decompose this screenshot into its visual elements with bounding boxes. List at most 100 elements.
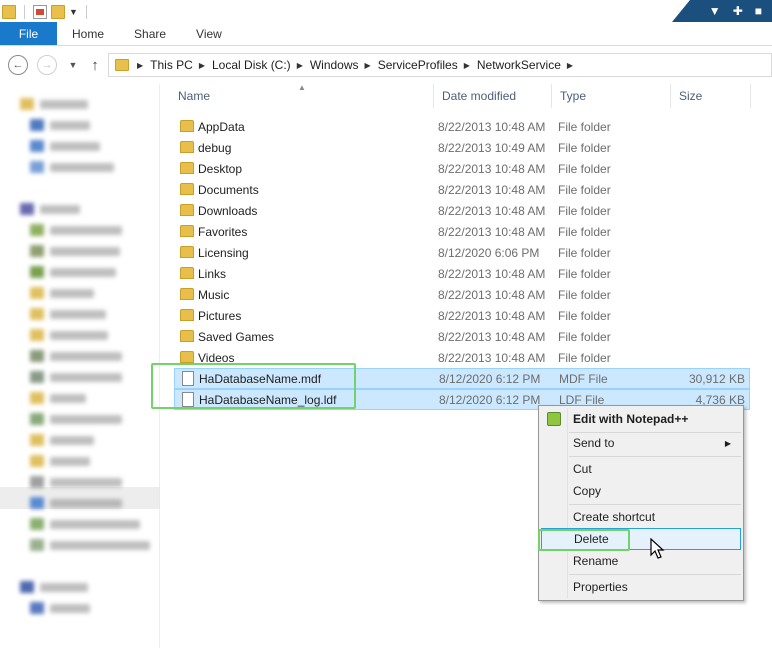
customize-toolbar-icon[interactable]: ▼ — [69, 7, 78, 17]
recent-locations-button[interactable]: ▼ — [63, 55, 83, 75]
folder-row[interactable]: debug 8/22/2013 10:49 AM File folder — [174, 137, 750, 158]
nav-item[interactable] — [30, 432, 94, 448]
column-header-type[interactable]: Type — [552, 84, 671, 108]
menu-item-label: Rename — [573, 554, 619, 568]
nav-item[interactable] — [30, 453, 90, 469]
folder-row[interactable]: Licensing 8/12/2020 6:06 PM File folder — [174, 242, 750, 263]
menu-item-cut[interactable]: Cut — [541, 458, 741, 480]
menu-item-rename[interactable]: Rename — [541, 550, 741, 572]
nav-item[interactable] — [30, 285, 94, 301]
folder-row[interactable]: Music 8/22/2013 10:48 AM File folder — [174, 284, 750, 305]
navigation-bar: ← → ▼ ↑ ▶ This PC ▶ Local Disk (C:) ▶ Wind… — [0, 46, 772, 84]
file-type: File folder — [558, 203, 611, 218]
folder-row[interactable]: Links 8/22/2013 10:48 AM File folder — [174, 263, 750, 284]
file-name: Links — [198, 266, 227, 281]
nav-item[interactable] — [30, 537, 150, 553]
up-button[interactable]: ↑ — [85, 55, 105, 75]
chevron-right-icon[interactable]: ▶ — [365, 61, 371, 70]
file-name: Favorites — [198, 224, 248, 239]
column-header-name[interactable]: Name — [170, 84, 434, 108]
file-type: File folder — [558, 119, 611, 134]
title-bar: ▼ ▼ ✚ ■ — [0, 0, 772, 22]
nav-item[interactable] — [20, 579, 88, 595]
nav-item[interactable] — [30, 264, 116, 280]
nav-item[interactable] — [30, 243, 120, 259]
menu-item-send-to[interactable]: Send to ▶ — [541, 432, 741, 454]
folder-row[interactable]: Desktop 8/22/2013 10:48 AM File folder — [174, 158, 750, 179]
file-type: File folder — [558, 245, 611, 260]
pin-icon[interactable]: ✚ — [733, 4, 743, 18]
folder-row[interactable]: AppData 8/22/2013 10:48 AM File folder — [174, 116, 750, 137]
nav-item[interactable] — [30, 411, 122, 427]
nav-item[interactable] — [30, 138, 100, 154]
nav-item[interactable] — [30, 495, 122, 511]
window-controls: ▼ ✚ ■ — [672, 0, 772, 22]
menu-separator — [569, 574, 741, 575]
nav-item[interactable] — [30, 516, 140, 532]
forward-button[interactable]: → — [37, 55, 57, 75]
column-header-size[interactable]: Size — [671, 84, 751, 108]
breadcrumb-label: Windows — [309, 58, 359, 72]
ribbon-tabs: File Home Share View — [0, 22, 772, 46]
chevron-right-icon[interactable]: ▶ — [297, 61, 303, 70]
menu-item-copy[interactable]: Copy — [541, 480, 741, 502]
folder-row[interactable]: Saved Games 8/22/2013 10:48 AM File folder — [174, 326, 750, 347]
nav-item[interactable] — [30, 117, 90, 133]
nav-item[interactable] — [30, 369, 122, 385]
file-date-modified: 8/12/2020 6:12 PM — [439, 392, 541, 407]
nav-item[interactable] — [20, 201, 80, 217]
menu-item-create-shortcut[interactable]: Create shortcut — [541, 506, 741, 528]
nav-item[interactable] — [30, 348, 122, 364]
breadcrumb-serviceprofiles[interactable]: ServiceProfiles ▶ — [378, 58, 477, 72]
menu-item-label: Edit with Notepad++ — [573, 412, 689, 426]
tab-file[interactable]: File — [0, 22, 57, 45]
chevron-right-icon[interactable]: ▶ — [567, 61, 573, 70]
file-date-modified: 8/22/2013 10:48 AM — [438, 161, 546, 176]
tab-view[interactable]: View — [181, 22, 237, 45]
chevron-right-icon[interactable]: ▶ — [199, 61, 205, 70]
breadcrumb-label: NetworkService — [476, 58, 561, 72]
breadcrumb-separator[interactable]: ▶ — [137, 61, 150, 70]
nav-item[interactable] — [30, 327, 108, 343]
menu-item-label: Cut — [573, 462, 592, 476]
window-menu-icon[interactable]: ■ — [755, 4, 762, 18]
menu-item-properties[interactable]: Properties — [541, 576, 741, 598]
column-header-date[interactable]: Date modified — [434, 84, 552, 108]
tab-share[interactable]: Share — [119, 22, 181, 45]
file-name: debug — [198, 140, 232, 155]
file-type: File folder — [558, 287, 611, 302]
submenu-arrow-icon: ▶ — [724, 438, 731, 448]
properties-icon[interactable] — [33, 5, 47, 19]
breadcrumb-windows[interactable]: Windows ▶ — [310, 58, 378, 72]
context-menu: Edit with Notepad++ Send to ▶ Cut Copy Cr… — [538, 405, 744, 601]
tab-home[interactable]: Home — [57, 22, 119, 45]
nav-item[interactable] — [20, 96, 88, 112]
folder-row[interactable]: Downloads 8/22/2013 10:48 AM File folder — [174, 200, 750, 221]
nav-item[interactable] — [30, 600, 90, 616]
file-size: 30,912 KB — [688, 371, 745, 386]
folder-row[interactable]: Documents 8/22/2013 10:48 AM File folder — [174, 179, 750, 200]
file-name: Licensing — [198, 245, 249, 260]
menu-item-edit-notepad[interactable]: Edit with Notepad++ — [541, 408, 741, 430]
nav-item[interactable] — [30, 159, 114, 175]
file-date-modified: 8/22/2013 10:48 AM — [438, 119, 546, 134]
file-date-modified: 8/22/2013 10:48 AM — [438, 224, 546, 239]
breadcrumb-local-disk[interactable]: Local Disk (C:) ▶ — [212, 58, 310, 72]
breadcrumb-this-pc[interactable]: This PC ▶ — [150, 58, 212, 72]
nav-item[interactable] — [30, 306, 106, 322]
chevron-right-icon[interactable]: ▶ — [464, 61, 470, 70]
file-date-modified: 8/12/2020 6:06 PM — [438, 245, 540, 260]
new-folder-icon[interactable] — [51, 5, 65, 19]
breadcrumb-networkservice[interactable]: NetworkService ▶ — [477, 58, 580, 72]
folder-icon — [180, 330, 194, 342]
folder-row[interactable]: Favorites 8/22/2013 10:48 AM File folder — [174, 221, 750, 242]
nav-item[interactable] — [30, 474, 122, 490]
arrow-up-icon: ↑ — [91, 56, 99, 74]
file-date-modified: 8/22/2013 10:48 AM — [438, 182, 546, 197]
back-button[interactable]: ← — [8, 55, 28, 75]
folder-row[interactable]: Pictures 8/22/2013 10:48 AM File folder — [174, 305, 750, 326]
address-bar[interactable]: ▶ This PC ▶ Local Disk (C:) ▶ Windows ▶ Ser… — [108, 53, 772, 77]
nav-item[interactable] — [30, 222, 122, 238]
ribbon-expand-icon[interactable]: ▼ — [709, 4, 721, 18]
nav-item[interactable] — [30, 390, 86, 406]
